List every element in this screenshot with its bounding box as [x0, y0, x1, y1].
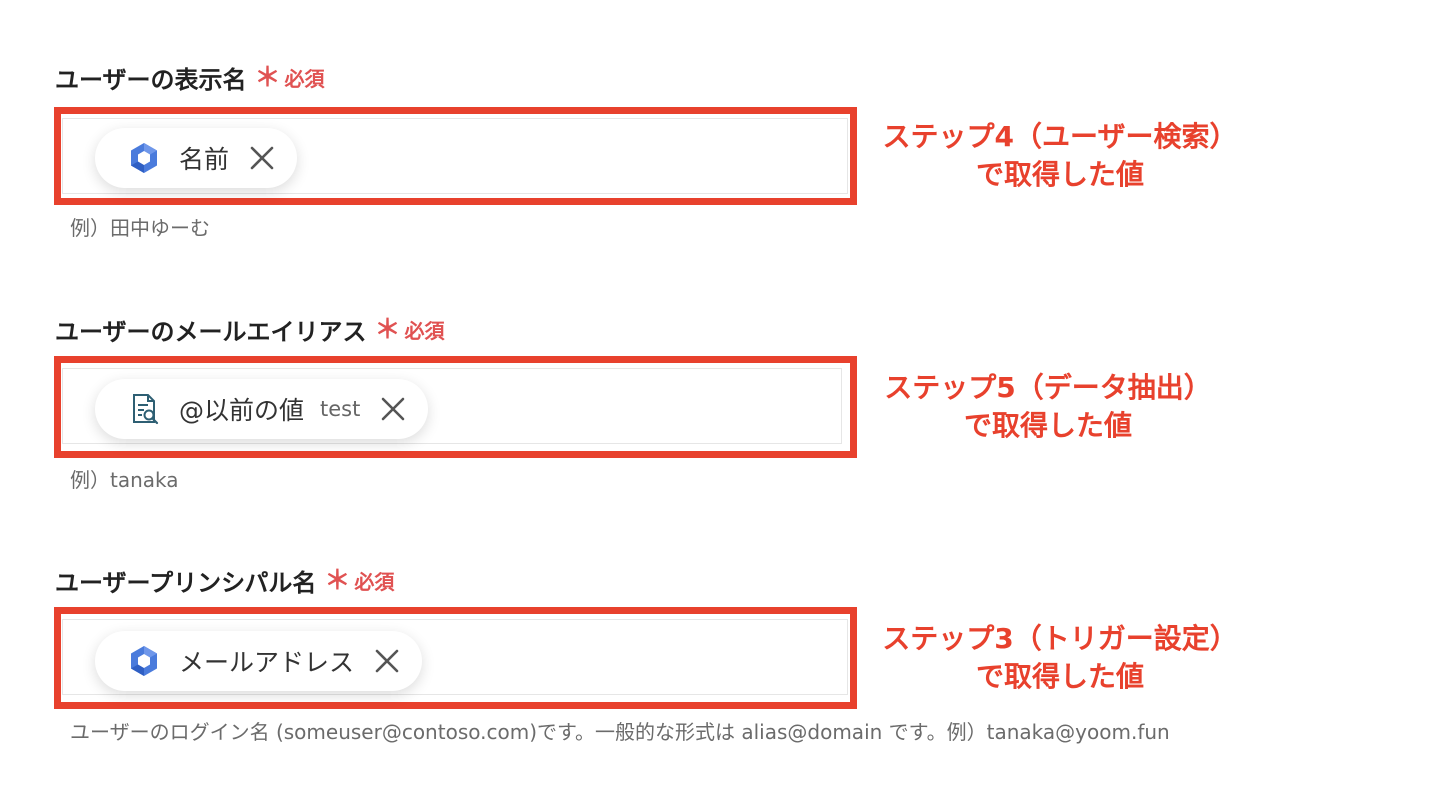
required-asterisk: ＊ [324, 565, 351, 596]
annotation-step4: ステップ4（ユーザー検索） で取得した値 [850, 118, 1270, 194]
close-icon[interactable] [380, 396, 406, 422]
annotation-line1: ステップ3（トリガー設定） [882, 622, 1238, 655]
field-label-text: ユーザーの表示名 [55, 66, 247, 94]
helper-text-mail-alias: 例）tanaka [70, 468, 179, 492]
field-label-principal-name: ユーザープリンシパル名 ＊ 必須 [55, 563, 394, 598]
variable-chip-name[interactable]: 名前 [95, 128, 298, 188]
variable-chip-previous-value[interactable]: @以前の値 test [95, 379, 429, 439]
google-workspace-hexagon-icon [127, 141, 161, 175]
annotation-line2: で取得した値 [975, 158, 1144, 191]
close-icon[interactable] [374, 648, 400, 674]
variable-chip-email[interactable]: メールアドレス [95, 631, 423, 691]
annotation-line1: ステップ5（データ抽出） [884, 371, 1212, 404]
helper-text-display-name: 例）田中ゆーむ [70, 216, 210, 240]
helper-text-principal-name: ユーザーのログイン名 (someuser@contoso.com)です。一般的な… [70, 720, 1170, 744]
annotation-step3: ステップ3（トリガー設定） で取得した値 [850, 620, 1270, 696]
google-workspace-hexagon-icon [127, 644, 161, 678]
document-search-icon [127, 392, 161, 426]
annotation-line2: で取得した値 [975, 660, 1144, 693]
required-text: 必須 [354, 570, 395, 594]
field-label-text: ユーザーのメールエイリアス [55, 318, 367, 346]
chip-sublabel: test [320, 397, 361, 421]
field-label-display-name: ユーザーの表示名 ＊ 必須 [55, 60, 325, 95]
chip-label: メールアドレス [179, 648, 355, 677]
field-label-text: ユーザープリンシパル名 [55, 569, 317, 597]
required-asterisk: ＊ [254, 62, 281, 93]
chip-label: @以前の値 [179, 396, 305, 425]
field-label-mail-alias: ユーザーのメールエイリアス ＊ 必須 [55, 312, 445, 347]
close-icon[interactable] [249, 145, 275, 171]
chip-label: 名前 [179, 145, 230, 174]
annotation-line1: ステップ4（ユーザー検索） [882, 120, 1238, 153]
annotation-step5: ステップ5（データ抽出） で取得した値 [838, 369, 1258, 445]
required-text: 必須 [284, 67, 325, 91]
annotation-line2: で取得した値 [963, 409, 1132, 442]
required-asterisk: ＊ [374, 314, 401, 345]
required-text: 必須 [404, 319, 445, 343]
